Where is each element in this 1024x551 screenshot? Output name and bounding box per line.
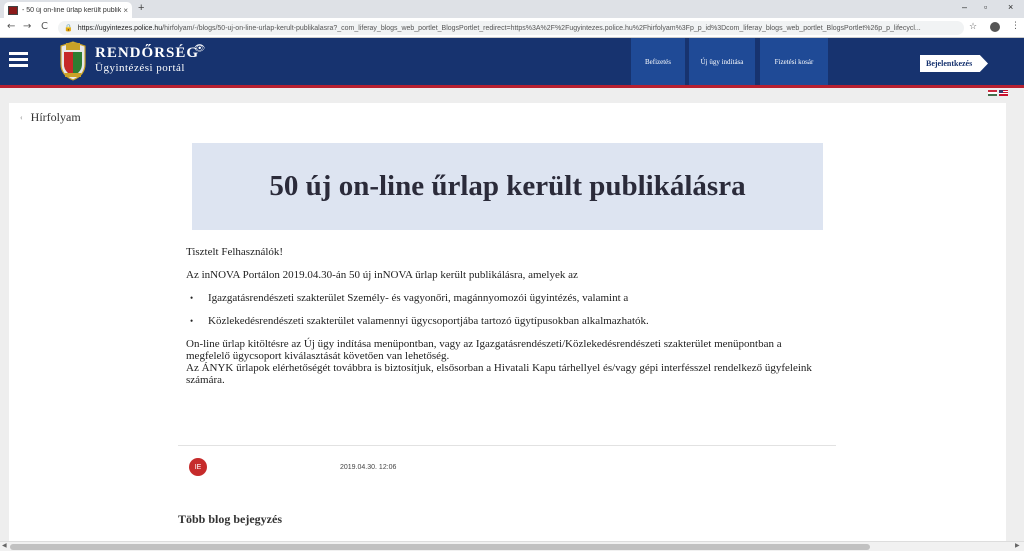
post-date: 2019.04.30. 12:06 [340, 464, 397, 471]
maximize-icon[interactable]: ▫ [984, 2, 987, 12]
tab-title: - 50 új on-line űrlap került publik [22, 6, 122, 14]
article-paragraph-line: On-line űrlap kitöltésre az Új ügy indít… [186, 338, 782, 350]
list-item: Igazgatásrendészeti szakterület Személy-… [190, 292, 628, 304]
avatar[interactable]: IE [189, 458, 207, 476]
eye-icon[interactable]: 👁 [194, 43, 205, 54]
new-tab-button[interactable]: + [138, 2, 144, 14]
url-input[interactable]: 🔒 https://ugyintezes.police.hu/hirfolyam… [58, 21, 964, 35]
article-hero: 50 új on-line űrlap került publikálásra [192, 143, 823, 230]
scrollbar-thumb[interactable] [10, 544, 870, 550]
article-greeting: Tisztelt Felhasználók! [186, 246, 284, 258]
close-window-icon[interactable]: × [1008, 2, 1013, 12]
scroll-right-icon[interactable]: ▶ [1015, 542, 1020, 549]
article-paragraph-line: megfelelő ügycsoport kiválasztását követ… [186, 350, 450, 362]
article-intro: Az inNOVA Portálon 2019.04.30-án 50 új i… [186, 269, 578, 281]
article-paragraph-line: számára. [186, 374, 225, 386]
favicon-icon [8, 5, 18, 15]
reload-icon[interactable]: C [41, 21, 48, 32]
horizontal-scrollbar[interactable]: ◀ ▶ [0, 541, 1024, 551]
browser-tab[interactable]: - 50 új on-line űrlap került publik × [4, 2, 132, 18]
chevron-left-icon[interactable]: ‹ [20, 113, 23, 122]
divider [178, 445, 836, 446]
more-posts-heading: Több blog bejegyzés [178, 512, 283, 526]
login-button[interactable]: Bejelentkezés [920, 55, 988, 72]
lock-icon: 🔒 [64, 24, 73, 32]
police-crest-logo[interactable] [58, 40, 88, 81]
tab-close-icon[interactable]: × [123, 6, 128, 15]
bookmark-star-icon[interactable]: ☆ [969, 22, 977, 32]
back-icon[interactable]: ← [7, 21, 15, 32]
article-title: 50 új on-line űrlap került publikálásra [269, 170, 746, 202]
flag-hu-icon[interactable] [988, 90, 997, 96]
browser-menu-icon[interactable]: ⋮ [1011, 21, 1020, 31]
nav-uj-ugy[interactable]: Új ügy indítása [689, 38, 755, 85]
article-paragraph-line: Az ÁNYK űrlapok elérhetőségét továbbra i… [186, 362, 812, 374]
account-icon[interactable] [990, 22, 1000, 32]
hamburger-menu-icon[interactable] [9, 52, 28, 68]
nav-befizetes[interactable]: Befizetés [631, 38, 685, 85]
url-text: https://ugyintezes.police.hu/hirfolyam/-… [77, 24, 921, 32]
site-header: RENDŐRSÉG Ügyintézési portál 👁 Befizetés… [0, 38, 1024, 85]
forward-icon[interactable]: → [23, 21, 31, 32]
address-bar: ← → C 🔒 https://ugyintezes.police.hu/hir… [0, 18, 1024, 38]
minimize-icon[interactable]: – [962, 2, 967, 12]
scroll-left-icon[interactable]: ◀ [2, 542, 7, 549]
brand-subtitle: Ügyintézési portál [95, 62, 185, 74]
brand-title: RENDŐRSÉG [95, 45, 200, 61]
nav-fizetesi-kosar[interactable]: Fizetési kosár [760, 38, 828, 85]
browser-tabbar: - 50 új on-line űrlap került publik × + … [0, 0, 1024, 18]
breadcrumb-label[interactable]: Hírfolyam [31, 110, 81, 125]
language-flags[interactable] [988, 90, 1008, 96]
list-item: Közlekedésrendészeti szakterület valamen… [190, 315, 649, 327]
breadcrumb[interactable]: ‹ Hírfolyam [20, 110, 81, 125]
flag-en-icon[interactable] [999, 90, 1008, 96]
